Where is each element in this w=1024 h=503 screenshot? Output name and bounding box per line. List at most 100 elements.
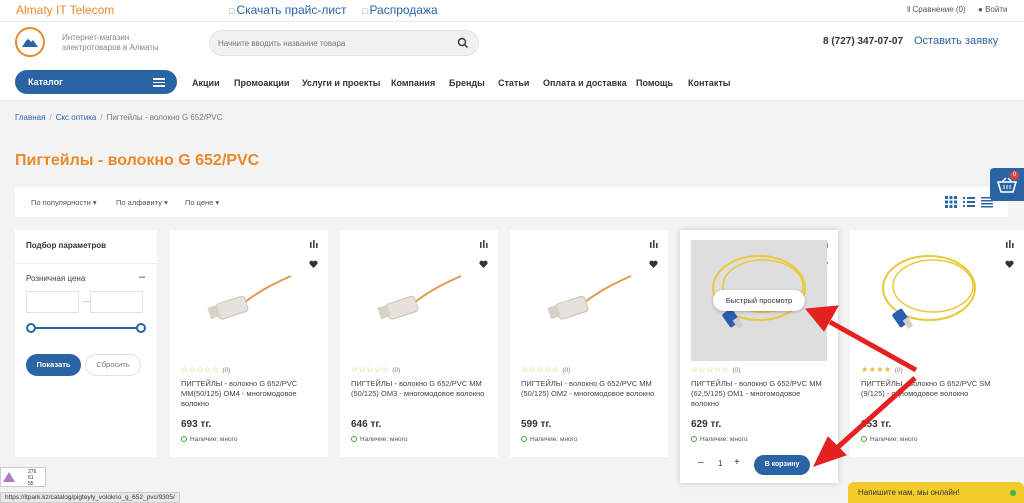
cart-count-badge: 0 — [1010, 171, 1019, 180]
product-price: 646 тг. — [351, 419, 382, 430]
price-slider-max-handle[interactable] — [136, 323, 146, 333]
header: Интернет-магазин электротоваров в Алматы… — [0, 22, 1024, 64]
compare-icon[interactable] — [1006, 240, 1014, 248]
search-icon[interactable] — [457, 37, 469, 49]
product-image[interactable] — [861, 240, 997, 361]
product-name[interactable]: ПИГТЕЙЛЫ - волокно G 652/PVC MM(50/125) … — [181, 379, 317, 409]
add-to-cart-button[interactable]: В корзину — [754, 455, 810, 475]
breadcrumb-home[interactable]: Главная — [15, 113, 45, 122]
brand-link[interactable]: Almaty IT Telecom — [16, 3, 114, 17]
product-image[interactable] — [181, 240, 317, 361]
rating-stars: ★★★★ (0) — [861, 365, 903, 374]
stats-counter[interactable]: 276 61 55 — [0, 467, 46, 487]
menu-icon — [153, 78, 165, 87]
product-card[interactable]: ☆☆☆☆☆ (0) ПИГТЕЙЛЫ - волокно G 652/PVC MM… — [510, 230, 668, 457]
show-button[interactable]: Показать — [26, 354, 81, 376]
divider — [15, 263, 157, 264]
nav-item-company[interactable]: Компания — [391, 78, 435, 88]
breadcrumb: Главная / Скс оптика / Пигтейлы - волокно G … — [15, 113, 223, 122]
compare-link[interactable]: ‖ Сравнение (0) — [907, 5, 966, 14]
rating-stars: ☆☆☆☆☆ (0) — [351, 365, 401, 374]
product-price: 653 тг. — [861, 419, 892, 430]
product-price: 693 тг. — [181, 419, 212, 430]
filter-title: Подбор параметров — [26, 241, 107, 250]
quick-view-button[interactable]: Быстрый просмотр — [713, 290, 805, 311]
sort-price[interactable]: По цене ▾ — [185, 198, 219, 207]
login-link[interactable]: ● Войти — [978, 5, 1007, 14]
product-price: 629 тг. — [691, 419, 722, 430]
rating-count: (0) — [562, 367, 571, 374]
nav-item-contacts[interactable]: Контакты — [688, 78, 730, 88]
online-indicator — [1010, 490, 1016, 496]
reset-button[interactable]: Сбросить — [85, 354, 141, 376]
nav-item-payment[interactable]: Оплата и доставка — [543, 78, 627, 88]
chat-widget[interactable]: Напишите нам, мы онлайн! — [848, 482, 1024, 503]
grid-view-icon[interactable] — [945, 196, 957, 208]
search-input[interactable] — [218, 36, 448, 50]
stock-status: Наличие: много — [351, 436, 408, 443]
nav-item-services[interactable]: Услуги и проекты — [302, 78, 381, 88]
list-view-icon[interactable] — [963, 196, 975, 208]
top-bar: Almaty IT Telecom □ Скачать прайс-лист □ Р… — [0, 0, 1024, 22]
page-title: Пигтейлы - волокно G 652/PVC — [15, 152, 260, 169]
qty-value[interactable]: 1 — [718, 459, 722, 468]
product-card[interactable]: ☆☆☆☆☆ (0) ПИГТЕЙЛЫ - волокно G 652/PVC MM… — [680, 230, 838, 483]
product-image[interactable] — [521, 240, 657, 361]
sort-alphabet[interactable]: По алфавиту ▾ — [116, 198, 168, 207]
product-name[interactable]: ПИГТЕЙЛЫ - волокно G 652/PVC MM (50/125)… — [521, 379, 657, 399]
nav-item-brands[interactable]: Бренды — [449, 78, 485, 88]
price-slider-track — [30, 327, 142, 329]
store-tagline: Интернет-магазин электротоваров в Алматы — [62, 33, 159, 52]
price-slider-min-handle[interactable] — [26, 323, 36, 333]
product-name[interactable]: ПИГТЕЙЛЫ - волокно G 652/PVC MM (50/125)… — [351, 379, 487, 399]
order-request-link[interactable]: Оставить заявку — [914, 35, 998, 47]
nav-item-articles[interactable]: Статьи — [498, 78, 529, 88]
chat-label: Напишите нам, мы онлайн! — [858, 488, 960, 497]
product-image[interactable] — [351, 240, 487, 361]
sort-popularity[interactable]: По популярности ▾ — [31, 198, 97, 207]
floating-cart[interactable]: 0 — [990, 168, 1024, 201]
check-icon — [521, 436, 527, 442]
price-list-link[interactable]: □ Скачать прайс-лист — [229, 3, 347, 17]
catalog-button[interactable]: Каталог — [15, 70, 177, 94]
product-name[interactable]: ПИГТЕЙЛЫ - волокно G 652/PVC SM (9/125) … — [861, 379, 997, 399]
sort-bar: По популярности ▾ По алфавиту ▾ По цене … — [15, 187, 1008, 217]
qty-decrease-button[interactable]: – — [698, 457, 704, 468]
qty-increase-button[interactable]: + — [734, 457, 740, 468]
breadcrumb-sks[interactable]: Скс оптика — [56, 113, 97, 122]
price-min-input[interactable] — [26, 291, 79, 313]
sale-link[interactable]: □ Распродажа — [362, 3, 438, 17]
check-icon — [351, 436, 357, 442]
product-card[interactable]: ☆☆☆☆☆ (0) ПИГТЕЙЛЫ - волокно G 652/PVC MM… — [170, 230, 328, 457]
check-icon — [181, 436, 187, 442]
product-price: 599 тг. — [521, 419, 552, 430]
check-icon — [861, 436, 867, 442]
stock-status: Наличие: много — [691, 436, 748, 443]
nav-item-sales[interactable]: Акции — [192, 78, 220, 88]
search-box — [209, 30, 479, 56]
counter-logo-icon — [3, 472, 15, 482]
product-card[interactable]: ☆☆☆☆☆ (0) ПИГТЕЙЛЫ - волокно G 652/PVC MM… — [340, 230, 498, 457]
phone-number[interactable]: 8 (727) 347-07-07 — [823, 36, 903, 47]
product-name[interactable]: ПИГТЕЙЛЫ - волокно G 652/PVC MM (62,5/12… — [691, 379, 827, 409]
price-filter-label: Розничная цена — [26, 274, 86, 283]
mountain-icon — [22, 38, 38, 47]
filter-panel: Подбор параметров Розничная цена – — Пок… — [15, 230, 157, 457]
main-nav: Каталог Акции Промоакции Услуги и проект… — [0, 64, 1024, 101]
logo[interactable] — [15, 27, 45, 57]
check-icon — [691, 436, 697, 442]
rating-count: (0) — [732, 367, 741, 374]
heart-icon[interactable] — [1005, 260, 1014, 268]
product-card[interactable]: ★★★★ (0) ПИГТЕЙЛЫ - волокно G 652/PVC SM … — [850, 230, 1024, 457]
user-icon: ● — [978, 5, 986, 14]
nav-item-promo[interactable]: Промоакции — [234, 78, 290, 88]
document-icon: □ — [362, 6, 368, 16]
stock-status: Наличие: много — [861, 436, 918, 443]
price-max-input[interactable] — [90, 291, 143, 313]
collapse-icon[interactable]: – — [139, 271, 145, 283]
rating-count: (0) — [392, 367, 401, 374]
stock-status: Наличие: много — [181, 436, 238, 443]
rating-count: (0) — [222, 367, 231, 374]
nav-item-help[interactable]: Помощь — [636, 78, 673, 88]
rating-stars: ☆☆☆☆☆ (0) — [181, 365, 231, 374]
